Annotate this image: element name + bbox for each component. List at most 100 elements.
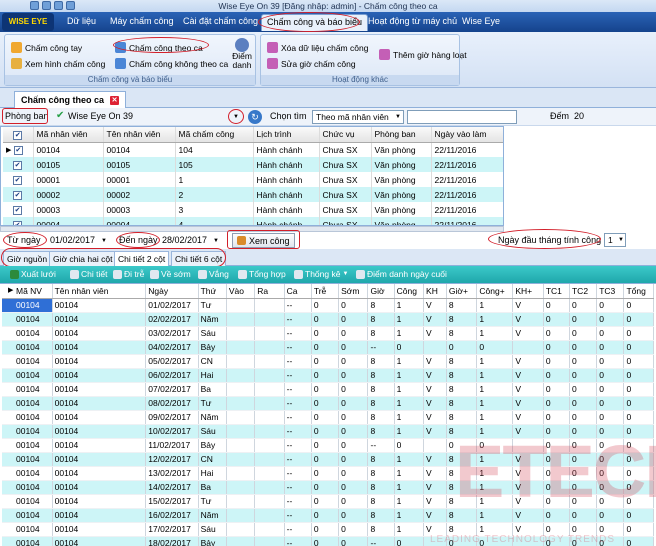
table-cell[interactable]: 0 xyxy=(623,382,654,397)
table-cell[interactable]: Sáu xyxy=(198,522,227,537)
xoa-du-lieu-button[interactable]: Xóa dữ liệu chấm công xyxy=(267,42,368,53)
table-cell[interactable]: 00104 xyxy=(2,354,53,369)
table-cell[interactable]: 8 xyxy=(446,494,478,509)
table-cell[interactable]: 0 xyxy=(446,438,478,453)
absent-button[interactable]: Vắng xyxy=(198,269,229,279)
table-cell[interactable]: 22/11/2016 xyxy=(431,172,503,187)
grid2-col-header[interactable]: Giờ xyxy=(367,284,395,299)
table-cell[interactable]: 0 xyxy=(311,494,340,509)
table-cell[interactable] xyxy=(254,298,285,313)
table-cell[interactable]: 0 xyxy=(543,494,570,509)
table-cell[interactable]: 0 xyxy=(311,536,340,546)
table-cell[interactable]: 0 xyxy=(623,326,654,341)
table-cell[interactable]: 1 xyxy=(394,466,425,481)
table-row[interactable]: 00104 00104 11/02/2017 Bảy -- 0 0 -- 0 0 0 0 0 0 0 xyxy=(2,438,654,453)
table-cell[interactable]: -- xyxy=(367,536,395,546)
table-cell[interactable]: Chưa SX xyxy=(319,217,372,225)
table-cell[interactable]: 1 xyxy=(476,396,514,411)
table-cell[interactable]: 1 xyxy=(394,368,425,383)
table-row[interactable]: ✔ 00001 00001 1 Hành chánh Chưa SX Văn phòng 22… xyxy=(3,172,503,187)
table-cell[interactable]: Chưa SX xyxy=(319,142,372,157)
menu-du-lieu[interactable]: Dữ liệu xyxy=(67,16,96,26)
table-cell[interactable]: -- xyxy=(284,424,312,439)
search-mode-select[interactable]: Theo mã nhân viên xyxy=(312,110,404,124)
table-cell[interactable] xyxy=(254,354,285,369)
table-cell[interactable]: 0 xyxy=(543,368,570,383)
grid1-col-header[interactable]: Ngày vào làm xyxy=(431,127,503,143)
table-cell[interactable] xyxy=(226,438,256,453)
table-cell[interactable]: 0 xyxy=(596,298,625,313)
table-cell[interactable]: -- xyxy=(284,536,312,546)
table-cell[interactable]: 8 xyxy=(367,382,395,397)
table-cell[interactable]: 0 xyxy=(569,424,598,439)
table-cell[interactable]: 0 xyxy=(569,312,598,327)
table-cell[interactable] xyxy=(423,438,447,453)
table-cell[interactable]: Ba xyxy=(198,480,227,495)
table-cell[interactable]: Hành chánh xyxy=(253,187,320,202)
table-cell[interactable]: -- xyxy=(284,522,312,537)
table-cell[interactable]: -- xyxy=(367,438,395,453)
table-cell[interactable]: 0 xyxy=(311,368,340,383)
table-cell[interactable]: 0 xyxy=(623,438,654,453)
table-cell[interactable]: Tư xyxy=(198,298,227,313)
table-cell[interactable]: -- xyxy=(284,480,312,495)
table-cell[interactable]: V xyxy=(423,466,447,481)
table-cell[interactable]: 0 xyxy=(311,382,340,397)
table-cell[interactable]: 0 xyxy=(596,368,625,383)
table-cell[interactable]: 0 xyxy=(338,396,369,411)
table-cell[interactable] xyxy=(226,424,256,439)
table-cell[interactable]: Hành chánh xyxy=(253,202,320,217)
table-cell[interactable]: -- xyxy=(284,494,312,509)
table-cell[interactable]: CN xyxy=(198,452,227,467)
table-cell[interactable]: 0 xyxy=(569,480,598,495)
table-cell[interactable]: 1 xyxy=(476,382,514,397)
table-cell[interactable]: Văn phòng xyxy=(371,217,432,225)
table-cell[interactable]: 0 xyxy=(311,354,340,369)
table-cell[interactable] xyxy=(226,396,256,411)
table-row[interactable]: 00104 00104 07/02/2017 Ba -- 0 0 8 1 V 8 1 V 0 0 0 0 xyxy=(2,382,654,397)
table-cell[interactable]: Bảy xyxy=(198,536,227,546)
table-cell[interactable]: 8 xyxy=(446,382,478,397)
table-cell[interactable]: Văn phòng xyxy=(371,157,432,172)
table-cell[interactable]: V xyxy=(512,508,544,523)
chevron-down-icon[interactable]: ▼ xyxy=(99,236,109,246)
table-cell[interactable]: 0 xyxy=(543,536,570,546)
table-cell[interactable] xyxy=(254,438,285,453)
table-cell[interactable]: V xyxy=(512,424,544,439)
table-cell[interactable]: 8 xyxy=(446,410,478,425)
table-cell[interactable]: 8 xyxy=(446,354,478,369)
table-cell[interactable]: 00104 xyxy=(52,382,147,397)
table-cell[interactable]: 1 xyxy=(394,522,425,537)
table-cell[interactable]: 00104 xyxy=(103,142,176,157)
table-cell[interactable]: 06/02/2017 xyxy=(145,368,199,383)
table-cell[interactable]: 1 xyxy=(394,354,425,369)
table-cell[interactable]: Văn phòng xyxy=(371,202,432,217)
table-cell[interactable]: 0 xyxy=(338,382,369,397)
table-cell[interactable]: 8 xyxy=(446,368,478,383)
table-row[interactable]: 00104 00104 04/02/2017 Bảy -- 0 0 -- 0 0 0 0 0 0 0 xyxy=(2,340,654,355)
table-cell[interactable]: 0 xyxy=(311,480,340,495)
table-cell[interactable]: 0 xyxy=(623,508,654,523)
table-cell[interactable] xyxy=(254,536,285,546)
table-cell[interactable]: 3 xyxy=(175,202,254,217)
table-cell[interactable]: -- xyxy=(284,340,312,355)
grid1-col-header[interactable]: Lịch trình xyxy=(253,127,320,143)
table-cell[interactable]: V xyxy=(512,410,544,425)
table-cell[interactable]: 14/02/2017 xyxy=(145,480,199,495)
table-cell[interactable]: 00104 xyxy=(2,480,53,495)
table-cell[interactable]: 1 xyxy=(394,382,425,397)
table-cell[interactable]: 0 xyxy=(596,326,625,341)
table-cell[interactable]: -- xyxy=(284,438,312,453)
table-cell[interactable]: V xyxy=(423,326,447,341)
table-cell[interactable]: -- xyxy=(284,452,312,467)
table-cell[interactable]: Chưa SX xyxy=(319,187,372,202)
table-cell[interactable]: 0 xyxy=(596,494,625,509)
table-cell[interactable]: V xyxy=(512,368,544,383)
table-cell[interactable]: 02/02/2017 xyxy=(145,312,199,327)
table-cell[interactable]: 08/02/2017 xyxy=(145,396,199,411)
table-cell[interactable] xyxy=(226,494,256,509)
table-cell[interactable]: 0 xyxy=(623,522,654,537)
row-select-cell[interactable]: ✔ xyxy=(3,172,34,187)
table-cell[interactable]: -- xyxy=(284,410,312,425)
table-cell[interactable]: 0 xyxy=(569,438,598,453)
